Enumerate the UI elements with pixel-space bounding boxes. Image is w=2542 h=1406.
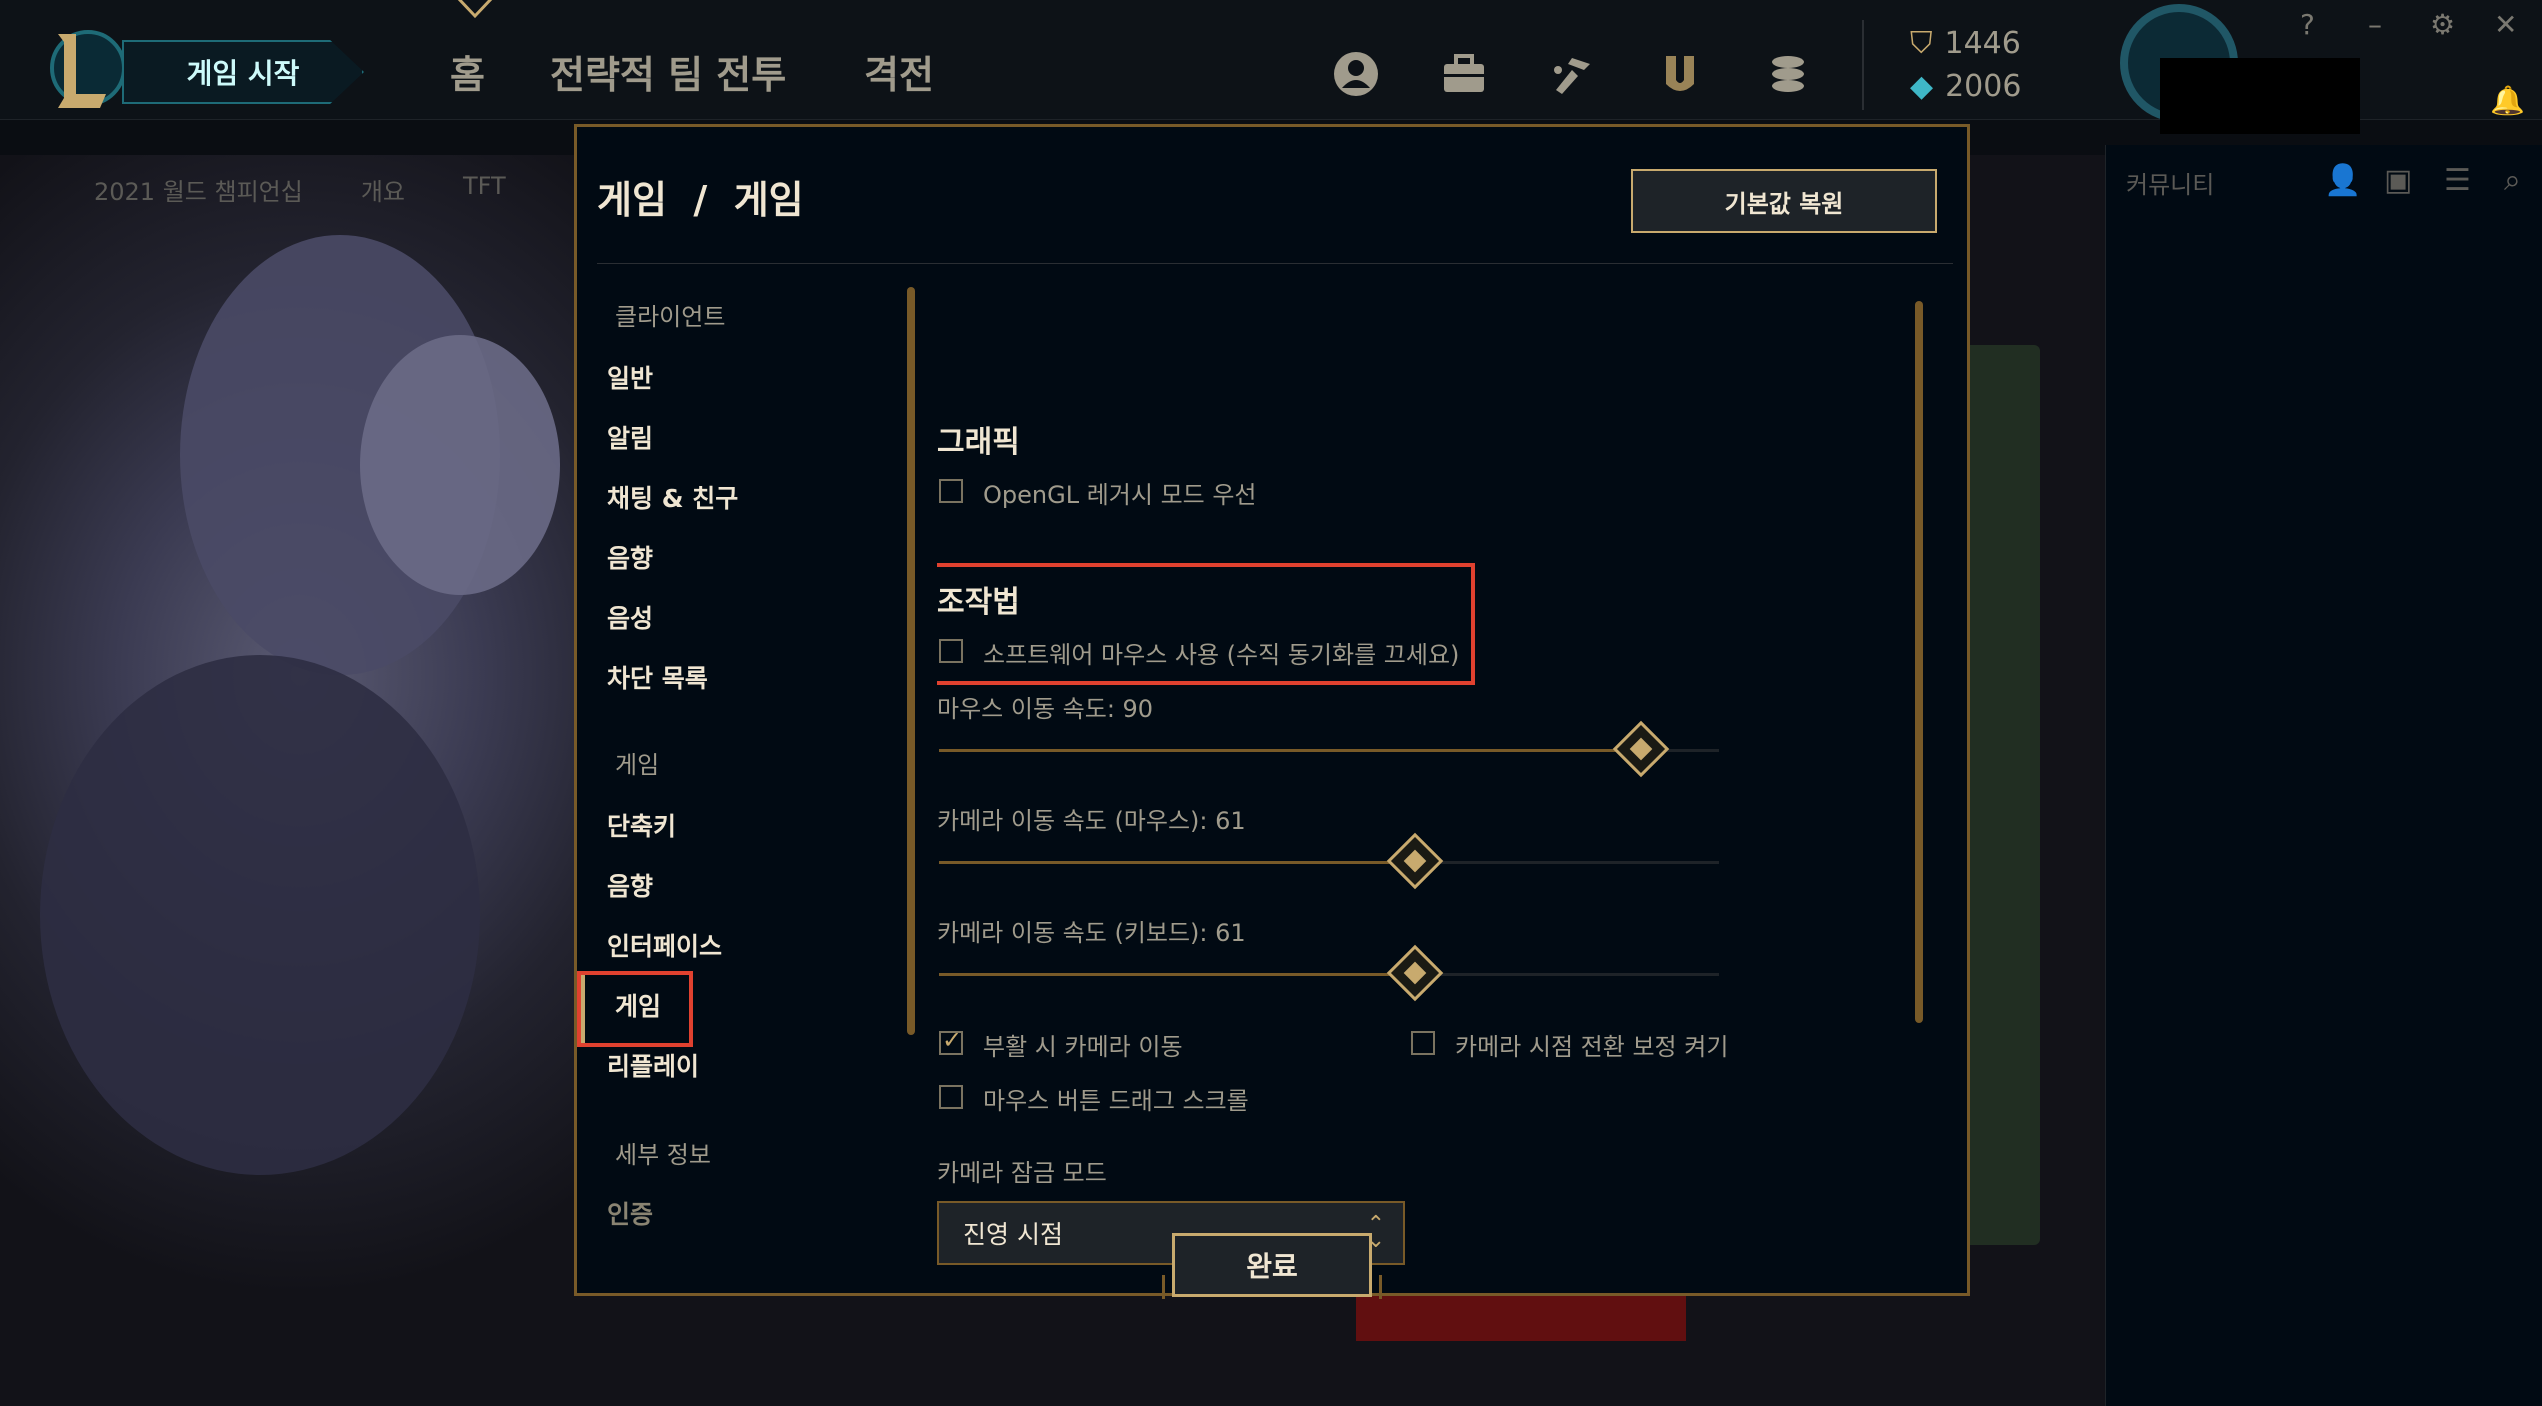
- minimize-icon[interactable]: –: [2368, 8, 2382, 41]
- subnav-overview[interactable]: 개요: [361, 172, 405, 207]
- camera-lock-label: 카메라 잠금 모드: [937, 1159, 1107, 1187]
- top-navigation-bar: 게임 시작 홈 전략적 팀 전투 격전 ⛉ 1446 ◆ 2006 ? – ⚙ ✕ …: [0, 0, 2542, 134]
- drag-scroll-checkbox[interactable]: [939, 1085, 963, 1109]
- play-button[interactable]: 게임 시작: [122, 40, 364, 104]
- blue-essence-icon: ◆: [1910, 69, 1934, 104]
- respawn-camera-checkbox[interactable]: [939, 1026, 963, 1055]
- loot-icon[interactable]: [1548, 50, 1596, 98]
- mouse-speed-slider-fill: [939, 749, 1641, 752]
- nav-tft[interactable]: 전략적 팀 전투: [550, 44, 786, 99]
- mouse-speed-slider[interactable]: [939, 720, 1719, 778]
- content-scrollbar[interactable]: [1915, 301, 1923, 1023]
- camera-mouse-speed-slider-knob[interactable]: [1386, 832, 1444, 890]
- sidebar-item-general[interactable]: 일반: [607, 359, 653, 395]
- camera-keyboard-speed-slider[interactable]: [939, 944, 1719, 1002]
- opengl-label: OpenGL 레거시 모드 우선: [983, 481, 1257, 509]
- help-icon[interactable]: ?: [2300, 8, 2315, 41]
- sidebar-header-about: 세부 정보: [615, 1141, 711, 1169]
- camera-mouse-speed-slider[interactable]: [939, 832, 1719, 890]
- camera-smoothing-checkbox[interactable]: [1411, 1031, 1435, 1055]
- list-view-icon[interactable]: ☰: [2444, 163, 2471, 198]
- add-folder-icon[interactable]: ▣: [2384, 163, 2412, 198]
- nav-home[interactable]: 홈: [450, 44, 485, 99]
- software-mouse-checkbox[interactable]: [939, 639, 963, 663]
- search-icon[interactable]: ⌕: [2504, 163, 2521, 198]
- camera-keyboard-speed-slider-knob[interactable]: [1386, 944, 1444, 1002]
- nav-clash[interactable]: 격전: [864, 44, 934, 99]
- sidebar-item-voice[interactable]: 음성: [607, 599, 653, 635]
- summoner-name-redacted: [2160, 58, 2360, 134]
- settings-content: 그래픽 OpenGL 레거시 모드 우선 조작법 소프트웨어 마우스 사용 (수…: [937, 287, 1927, 1297]
- camera-mouse-speed-label: 카메라 이동 속도 (마우스): 61: [937, 807, 1246, 835]
- subnav-worlds[interactable]: 2021 월드 챔피언십: [94, 172, 303, 207]
- opengl-checkbox[interactable]: [939, 479, 963, 503]
- respawn-camera-label: 부활 시 카메라 이동: [983, 1033, 1183, 1061]
- social-panel: 커뮤니티 👤 ▣ ☰ ⌕: [2105, 145, 2542, 1406]
- sidebar-item-interface[interactable]: 인터페이스: [607, 927, 722, 963]
- camera-keyboard-speed-slider-fill: [939, 973, 1415, 976]
- be-amount: 2006: [1945, 69, 2022, 104]
- drag-scroll-label: 마우스 버튼 드래그 스크롤: [983, 1087, 1249, 1115]
- close-icon[interactable]: ✕: [2494, 8, 2517, 41]
- controls-title: 조작법: [937, 585, 1020, 620]
- modal-title: 게임 / 게임: [597, 178, 804, 222]
- modal-divider: [597, 263, 1953, 264]
- rp-icon: ⛉: [1910, 26, 1933, 61]
- collection-icon[interactable]: [1440, 50, 1488, 98]
- sidebar-scrollbar[interactable]: [907, 287, 915, 1035]
- store-icon[interactable]: [1764, 50, 1812, 98]
- sidebar-item-client-sound[interactable]: 음향: [607, 539, 653, 575]
- rp-amount: 1446: [1944, 26, 2021, 61]
- sidebar-item-game-sound[interactable]: 음향: [607, 867, 653, 903]
- sidebar-item-block-list[interactable]: 차단 목록: [607, 659, 708, 695]
- sidebar-header-game: 게임: [615, 751, 660, 779]
- notification-bell-icon[interactable]: 🔔: [2490, 84, 2525, 117]
- subnav-tft[interactable]: TFT: [463, 172, 506, 207]
- add-friend-icon[interactable]: 👤: [2324, 163, 2361, 198]
- league-logo-icon[interactable]: [44, 24, 124, 114]
- software-mouse-label: 소프트웨어 마우스 사용 (수직 동기화를 끄세요): [983, 641, 1460, 669]
- sidebar-item-chat-friends[interactable]: 채팅 & 친구: [607, 479, 738, 515]
- sidebar-item-notifications[interactable]: 알림: [607, 419, 653, 455]
- social-title: 커뮤니티: [2126, 171, 2215, 199]
- sub-navigation: 2021 월드 챔피언십 개요 TFT: [94, 172, 506, 207]
- camera-lock-value: 진영 시점: [963, 1220, 1063, 1249]
- topbar-divider: [1862, 20, 1864, 110]
- camera-mouse-speed-slider-fill: [939, 861, 1415, 864]
- mouse-speed-slider-knob[interactable]: [1612, 720, 1670, 778]
- sidebar-item-hotkeys[interactable]: 단축키: [607, 807, 676, 843]
- sidebar-item-replay[interactable]: 리플레이: [607, 1047, 699, 1083]
- tft-icon[interactable]: [1656, 50, 1704, 98]
- sidebar-game-highlight-box: [577, 971, 693, 1047]
- camera-keyboard-speed-label: 카메라 이동 속도 (키보드): 61: [937, 919, 1246, 947]
- settings-gear-icon[interactable]: ⚙: [2430, 8, 2455, 41]
- mouse-speed-label: 마우스 이동 속도: 90: [937, 695, 1154, 723]
- settings-modal: 게임 / 게임 기본값 복원 클라이언트 일반 알림 채팅 & 친구 음향 음성…: [574, 124, 1970, 1299]
- done-button[interactable]: 완료: [1172, 1233, 1372, 1297]
- camera-smoothing-label: 카메라 시점 전환 보정 켜기: [1455, 1033, 1729, 1061]
- graphics-title: 그래픽: [937, 425, 1020, 460]
- sidebar-header-client: 클라이언트: [615, 303, 726, 331]
- nav-active-chevron-icon: [457, 0, 493, 19]
- restore-defaults-button[interactable]: 기본값 복원: [1631, 169, 1937, 233]
- currency-panel[interactable]: ⛉ 1446 ◆ 2006: [1910, 26, 2021, 112]
- sidebar-item-verification[interactable]: 인증: [607, 1195, 653, 1231]
- profile-icon[interactable]: [1332, 50, 1380, 98]
